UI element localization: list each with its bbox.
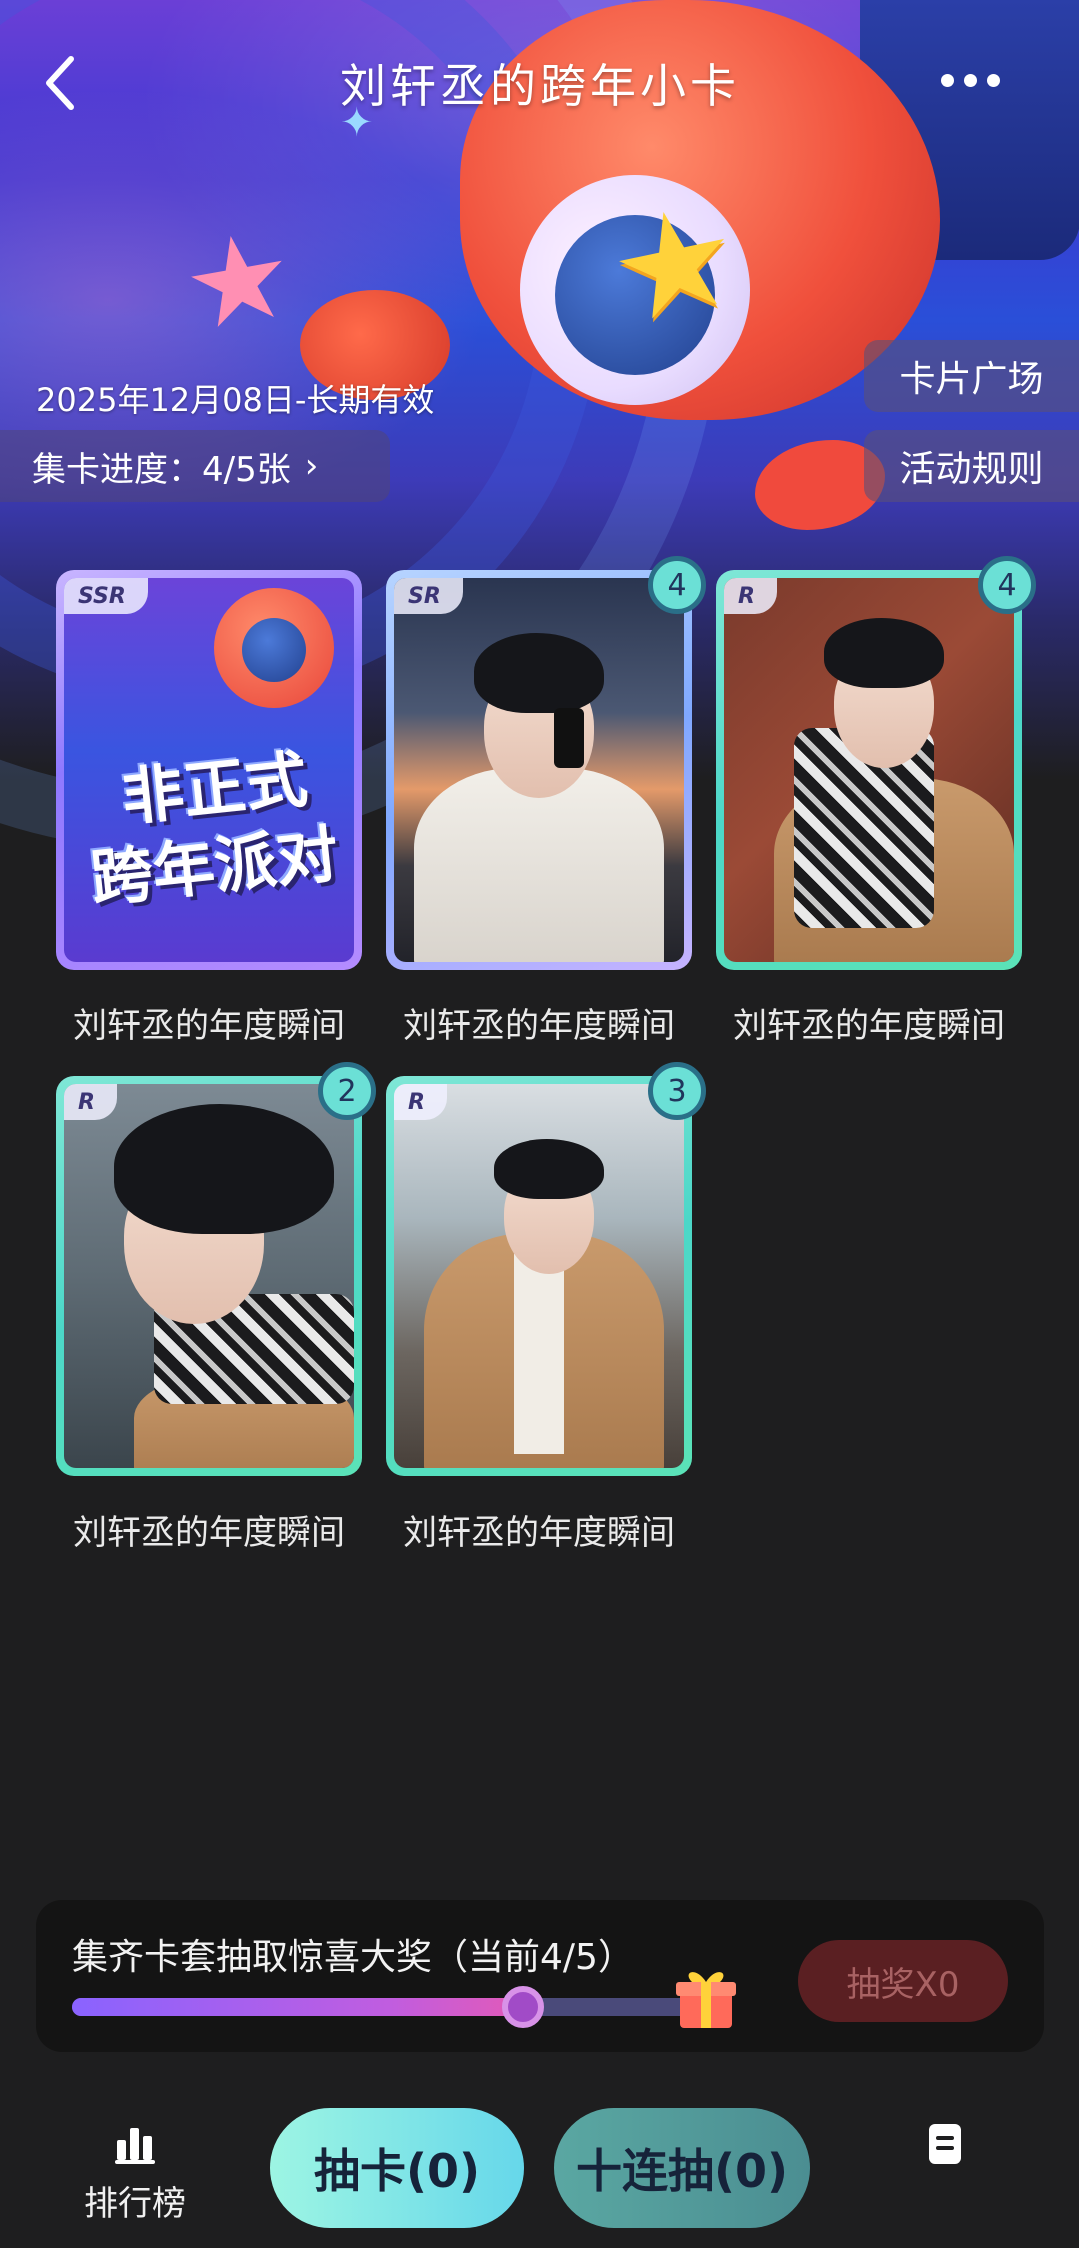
card-artwork: 非正式 跨年派对 xyxy=(64,578,354,962)
collection-card[interactable]: 非正式 跨年派对 SSR xyxy=(56,570,362,970)
photo-hair xyxy=(474,633,604,713)
document-icon xyxy=(929,2124,961,2164)
card-count-badge: 3 xyxy=(648,1062,706,1120)
photo-shirt xyxy=(514,1254,564,1454)
card-photo xyxy=(724,578,1014,962)
card-tier-badge: R xyxy=(724,578,777,614)
leaderboard-label: 排行榜 xyxy=(84,2184,186,2224)
card-photo xyxy=(64,1084,354,1468)
card-label: 刘轩丞的年度瞬间 xyxy=(403,1006,675,1046)
page-title: 刘轩丞的跨年小卡 xyxy=(340,59,740,113)
card-photo xyxy=(394,578,684,962)
collection-card[interactable]: SR 4 xyxy=(386,556,706,970)
prize-description: 集齐卡套抽取惊喜大奖（当前4/5） xyxy=(72,1937,634,1978)
collection-progress-button[interactable]: 集卡进度：4/5张 › xyxy=(0,430,390,502)
card-count-badge: 2 xyxy=(318,1062,376,1120)
photo-hair xyxy=(494,1139,604,1199)
back-arrow-icon xyxy=(46,56,74,110)
validity-period: 2025年12月08日-长期有效 xyxy=(36,381,435,419)
draw-card-button[interactable]: 抽卡(0) xyxy=(270,2108,524,2228)
photo-hair xyxy=(824,618,944,688)
event-rules-button[interactable]: 活动规则 xyxy=(864,430,1079,502)
prize-draw-button[interactable]: 抽奖X0 xyxy=(798,1940,1008,2022)
card-label: 刘轩丞的年度瞬间 xyxy=(733,1006,1005,1046)
card-tier-badge: SR xyxy=(394,578,463,614)
collection-progress-label: 集卡进度：4/5张 xyxy=(32,449,291,490)
records-button[interactable] xyxy=(875,2120,1015,2230)
card-label: 刘轩丞的年度瞬间 xyxy=(73,1513,345,1553)
more-dots-icon xyxy=(963,73,977,87)
prize-progress-knob xyxy=(501,1986,544,2028)
more-dots-icon xyxy=(940,73,954,87)
back-button[interactable] xyxy=(30,48,90,118)
card-tier-badge: R xyxy=(64,1084,117,1120)
collection-card[interactable]: R 2 xyxy=(56,1062,376,1476)
gift-icon xyxy=(670,1962,742,2034)
chevron-right-icon: › xyxy=(304,446,319,486)
astronaut-illustration xyxy=(214,588,334,708)
leaderboard-button[interactable]: 排行榜 xyxy=(65,2120,205,2230)
star-icon: ★ xyxy=(173,203,304,360)
card-tier-badge: R xyxy=(394,1084,447,1120)
prize-progress-bar xyxy=(72,1986,712,2028)
prize-panel: 集齐卡套抽取惊喜大奖（当前4/5） 抽奖X0 xyxy=(36,1900,1044,2052)
card-tier-badge: SSR xyxy=(64,578,148,614)
bar-chart-icon xyxy=(115,2128,155,2164)
more-dots-icon xyxy=(986,73,1000,87)
more-button[interactable] xyxy=(930,60,1010,100)
collection-card[interactable]: R 3 xyxy=(386,1062,706,1476)
card-label: 刘轩丞的年度瞬间 xyxy=(73,1006,345,1046)
card-photo xyxy=(394,1084,684,1468)
card-count-badge: 4 xyxy=(648,556,706,614)
card-label: 刘轩丞的年度瞬间 xyxy=(403,1513,675,1553)
phone-prop xyxy=(554,708,584,768)
prize-progress-fill xyxy=(72,1998,523,2016)
collection-card[interactable]: R 4 xyxy=(716,556,1036,970)
ten-draw-button[interactable]: 十连抽(0) xyxy=(554,2108,810,2228)
card-plaza-button[interactable]: 卡片广场 xyxy=(864,340,1079,412)
photo-hair xyxy=(114,1104,334,1234)
card-count-badge: 4 xyxy=(978,556,1036,614)
